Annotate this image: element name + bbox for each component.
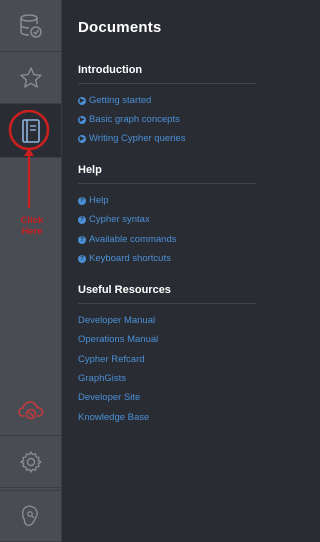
link-operations-manual[interactable]: Operations Manual <box>78 334 158 345</box>
divider <box>78 183 256 184</box>
section-heading-help: Help <box>78 164 102 176</box>
cloud-disconnect-icon <box>17 400 43 419</box>
annotation-label-line1: Click <box>20 215 44 226</box>
gear-icon <box>19 450 42 473</box>
help-icon: ? <box>78 215 86 224</box>
book-icon <box>21 118 40 143</box>
help-icon: ? <box>78 235 86 244</box>
divider <box>78 303 256 304</box>
panel-title: Documents <box>78 19 162 36</box>
help-icon: ? <box>78 254 86 263</box>
link-label: Writing Cypher queries <box>89 133 186 144</box>
link-label: Cypher syntax <box>89 214 150 225</box>
link-help[interactable]: ? Help <box>78 195 109 206</box>
play-icon: ▶ <box>78 115 86 124</box>
sidebar-rail: Click Here <box>0 0 62 542</box>
link-basic-graph-concepts[interactable]: ▶ Basic graph concepts <box>78 114 180 125</box>
link-label: Getting started <box>89 95 152 106</box>
section-heading-useful-resources: Useful Resources <box>78 284 171 296</box>
link-available-commands[interactable]: ? Available commands <box>78 234 176 245</box>
link-label: Basic graph concepts <box>89 114 180 125</box>
link-developer-site[interactable]: Developer Site <box>78 392 140 403</box>
link-cypher-syntax[interactable]: ? Cypher syntax <box>78 214 150 225</box>
star-icon <box>19 66 42 88</box>
annotation-label: Click Here <box>14 215 50 237</box>
play-icon: ▶ <box>78 134 86 143</box>
link-label: Help <box>89 195 109 206</box>
documents-button[interactable] <box>0 104 61 158</box>
documents-panel: Documents Introduction ▶ Getting started… <box>62 0 288 542</box>
link-cypher-refcard[interactable]: Cypher Refcard <box>78 354 145 365</box>
link-writing-cypher-queries[interactable]: ▶ Writing Cypher queries <box>78 133 185 144</box>
link-knowledge-base[interactable]: Knowledge Base <box>78 412 149 423</box>
link-keyboard-shortcuts[interactable]: ? Keyboard shortcuts <box>78 253 171 264</box>
play-icon: ▶ <box>78 96 86 105</box>
divider <box>78 83 256 84</box>
section-heading-introduction: Introduction <box>78 64 143 76</box>
link-label: Keyboard shortcuts <box>89 253 171 264</box>
link-graphgists[interactable]: GraphGists <box>78 373 126 384</box>
link-developer-manual[interactable]: Developer Manual <box>78 315 155 326</box>
database-button[interactable] <box>0 0 61 52</box>
app: Click Here Documents Introduction ▶ Gett… <box>0 0 288 542</box>
plugins-button[interactable] <box>0 490 61 542</box>
link-label: Available commands <box>89 234 177 245</box>
sync-button[interactable] <box>0 384 61 436</box>
plugin-icon <box>21 505 38 526</box>
settings-button[interactable] <box>0 436 61 488</box>
help-icon: ? <box>78 196 86 205</box>
annotation-label-line2: Here <box>21 226 43 237</box>
favorites-button[interactable] <box>0 52 61 104</box>
database-icon <box>19 13 42 38</box>
link-getting-started[interactable]: ▶ Getting started <box>78 95 151 106</box>
